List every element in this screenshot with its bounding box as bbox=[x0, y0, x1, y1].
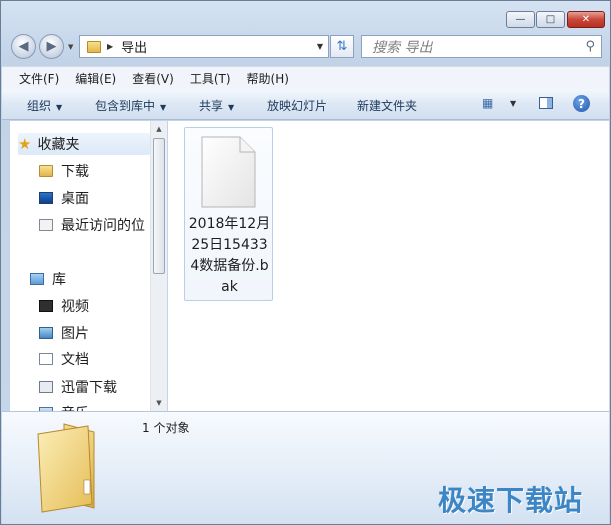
nav-item-recent[interactable]: 最近访问的位 bbox=[39, 214, 145, 236]
file-icon bbox=[201, 136, 256, 208]
arrow-left-icon: ◀ bbox=[18, 39, 29, 54]
organize-label: 组织 bbox=[27, 99, 52, 113]
view-options-dropdown[interactable]: ▼ bbox=[510, 99, 516, 108]
forward-button[interactable]: ▶ bbox=[39, 34, 64, 59]
document-icon bbox=[39, 353, 53, 365]
menu-view[interactable]: 查看(V) bbox=[132, 70, 174, 87]
address-bar[interactable]: ▶ 导出 ▼ bbox=[79, 35, 329, 58]
nav-label: 库 bbox=[52, 272, 66, 288]
menu-help[interactable]: 帮助(H) bbox=[247, 70, 289, 87]
desktop-icon bbox=[39, 192, 53, 204]
recent-places-icon bbox=[39, 219, 53, 231]
slideshow-button[interactable]: 放映幻灯片 bbox=[267, 97, 327, 114]
share-label: 共享 bbox=[199, 99, 224, 113]
navigation-pane: ★ 收藏夹 下载 桌面 最近访问的位 库 视频 图片 文档 迅雷下载 音乐 bbox=[10, 121, 150, 411]
menu-bar: 文件(F) 编辑(E) 查看(V) 工具(T) 帮助(H) bbox=[2, 66, 609, 89]
arrow-right-icon: ▶ bbox=[46, 39, 57, 54]
nav-label: 图片 bbox=[61, 326, 89, 342]
folder-icon bbox=[87, 40, 101, 53]
scroll-up-icon[interactable]: ▲ bbox=[151, 121, 167, 137]
back-button[interactable]: ◀ bbox=[11, 34, 36, 59]
include-in-library-button[interactable]: 包含到库中 ▼ bbox=[95, 97, 166, 114]
maximize-button[interactable]: □ bbox=[536, 11, 565, 28]
address-path[interactable]: 导出 bbox=[121, 37, 147, 56]
menu-edit[interactable]: 编辑(E) bbox=[75, 70, 116, 87]
item-count: 1 个对象 bbox=[142, 421, 190, 435]
nav-label: 下载 bbox=[61, 164, 89, 180]
recent-pages-dropdown[interactable]: ▼ bbox=[68, 43, 73, 51]
file-name: 2018年12月25日154334数据备份.bak bbox=[188, 216, 271, 295]
nav-label: 视频 bbox=[61, 299, 89, 315]
nav-item-pictures[interactable]: 图片 bbox=[39, 322, 89, 344]
star-icon: ★ bbox=[18, 135, 32, 153]
refresh-button[interactable]: ⇅ bbox=[330, 35, 354, 58]
nav-item-desktop[interactable]: 桌面 bbox=[39, 187, 89, 209]
nav-item-videos[interactable]: 视频 bbox=[39, 295, 89, 317]
nav-label: 音乐 bbox=[61, 403, 89, 411]
address-dropdown[interactable]: ▼ bbox=[317, 42, 323, 51]
nav-label: 文档 bbox=[61, 352, 89, 368]
file-item[interactable]: 2018年12月25日154334数据备份.bak bbox=[184, 127, 273, 301]
nav-label: 桌面 bbox=[61, 191, 89, 207]
nav-label: 迅雷下载 bbox=[61, 380, 117, 396]
menu-tools[interactable]: 工具(T) bbox=[190, 70, 231, 87]
picture-icon bbox=[39, 327, 53, 339]
video-icon bbox=[39, 300, 53, 312]
nav-item-documents[interactable]: 文档 bbox=[39, 348, 89, 370]
refresh-icon: ⇅ bbox=[336, 39, 348, 54]
share-button[interactable]: 共享 ▼ bbox=[199, 97, 234, 114]
chevron-down-icon: ▼ bbox=[228, 103, 235, 112]
search-box[interactable]: 搜索 导出 ⚲ bbox=[361, 35, 602, 58]
folder-icon bbox=[39, 165, 53, 177]
preview-pane-icon[interactable] bbox=[539, 97, 553, 109]
search-input[interactable]: 搜索 导出 bbox=[372, 37, 432, 57]
nav-item-xunlei[interactable]: 迅雷下载 bbox=[39, 376, 117, 398]
nav-scrollbar[interactable]: ▲ ▼ bbox=[150, 121, 167, 411]
minimize-button[interactable]: — bbox=[506, 11, 535, 28]
view-options-icon[interactable]: ▦ bbox=[482, 96, 496, 110]
new-folder-button[interactable]: 新建文件夹 bbox=[357, 97, 417, 114]
nav-item-downloads[interactable]: 下载 bbox=[39, 160, 89, 182]
library-icon bbox=[30, 273, 44, 285]
close-button[interactable]: ✕ bbox=[567, 11, 605, 28]
watermark: 极速下载站 bbox=[438, 484, 584, 517]
command-bar: 组织 ▼ 包含到库中 ▼ 共享 ▼ 放映幻灯片 新建文件夹 ▦ ▼ ? bbox=[2, 89, 609, 120]
nav-label: 最近访问的位 bbox=[61, 218, 145, 234]
explorer-window: — □ ✕ ◀ ▶ ▼ ▶ 导出 ▼ ⇅ 搜索 导出 ⚲ 文件(F) 编辑(E)… bbox=[0, 0, 611, 525]
scroll-thumb[interactable] bbox=[153, 138, 165, 274]
nav-label: 收藏夹 bbox=[37, 137, 80, 153]
chevron-down-icon: ▼ bbox=[160, 103, 167, 112]
chevron-down-icon: ▼ bbox=[56, 103, 63, 112]
nav-item-libraries[interactable]: 库 bbox=[30, 268, 66, 290]
nav-item-music[interactable]: 音乐 bbox=[39, 402, 89, 411]
menu-file[interactable]: 文件(F) bbox=[19, 70, 59, 87]
download-folder-icon bbox=[39, 381, 53, 393]
new-folder-label: 新建文件夹 bbox=[357, 99, 418, 113]
include-label: 包含到库中 bbox=[95, 99, 156, 113]
folder-icon bbox=[37, 423, 95, 513]
file-list: 2018年12月25日154334数据备份.bak bbox=[168, 121, 609, 411]
details-pane: 1 个对象 极速下载站 bbox=[2, 411, 609, 524]
breadcrumb-chevron-icon[interactable]: ▶ bbox=[107, 42, 113, 51]
help-icon[interactable]: ? bbox=[573, 95, 590, 112]
scroll-down-icon[interactable]: ▼ bbox=[151, 395, 167, 411]
organize-button[interactable]: 组织 ▼ bbox=[27, 97, 62, 114]
slideshow-label: 放映幻灯片 bbox=[267, 99, 328, 113]
nav-item-favorites[interactable]: ★ 收藏夹 bbox=[18, 133, 150, 155]
search-icon[interactable]: ⚲ bbox=[585, 39, 595, 54]
